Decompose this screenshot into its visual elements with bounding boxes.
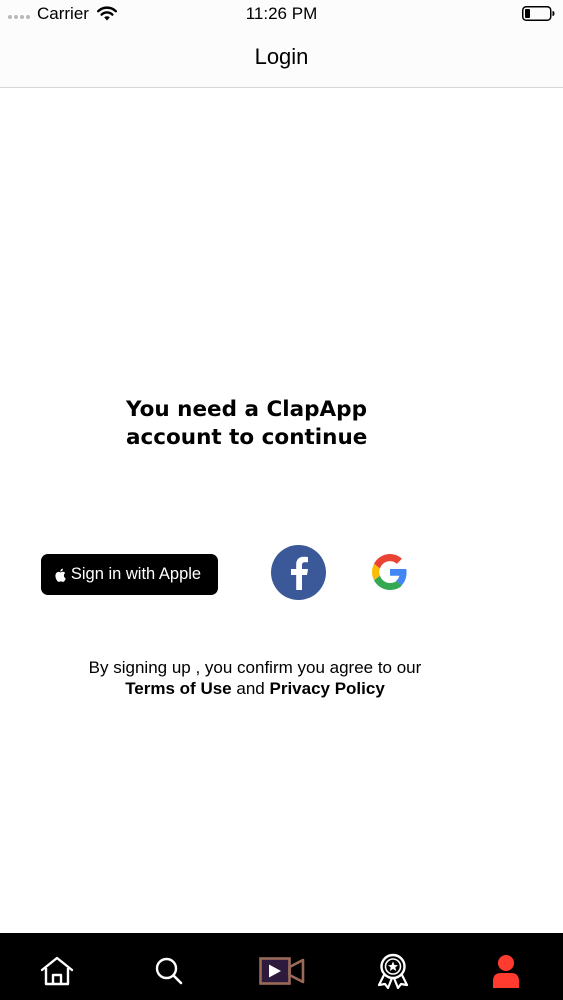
- sign-in-with-apple-button[interactable]: Sign in with Apple: [41, 554, 218, 595]
- terms-and: and: [236, 679, 265, 698]
- privacy-policy-link[interactable]: Privacy Policy: [269, 679, 384, 698]
- apple-icon: [55, 568, 66, 582]
- profile-icon: [493, 955, 519, 988]
- tab-bar: [0, 933, 563, 1000]
- login-required-message: You need a ClapApp account to continue: [126, 396, 446, 452]
- battery-icon: [522, 6, 555, 21]
- terms-notice: By signing up , you confirm you agree to…: [0, 657, 510, 699]
- tab-search[interactable]: [149, 951, 189, 991]
- tab-awards[interactable]: [373, 951, 413, 991]
- headline-line-1: You need a ClapApp: [126, 397, 367, 422]
- terms-prefix: By signing up , you confirm you agree to…: [88, 658, 422, 677]
- facebook-icon: [290, 556, 308, 590]
- video-icon: [259, 957, 305, 985]
- apple-button-label: Sign in with Apple: [70, 565, 202, 583]
- navigation-bar: Login: [0, 28, 563, 88]
- headline-line-2: account to continue: [126, 425, 368, 450]
- search-icon: [155, 957, 183, 985]
- google-login-button[interactable]: [372, 554, 408, 590]
- tab-home[interactable]: [37, 951, 77, 991]
- tab-profile[interactable]: [486, 951, 526, 991]
- award-icon: [377, 953, 409, 989]
- facebook-login-button[interactable]: [271, 545, 326, 600]
- status-bar: Carrier 11:26 PM: [0, 0, 563, 28]
- clock: 11:26 PM: [245, 4, 318, 23]
- home-icon: [40, 956, 74, 986]
- page-title: Login: [254, 44, 309, 69]
- terms-of-use-link[interactable]: Terms of Use: [125, 679, 231, 698]
- tab-video[interactable]: [259, 951, 305, 991]
